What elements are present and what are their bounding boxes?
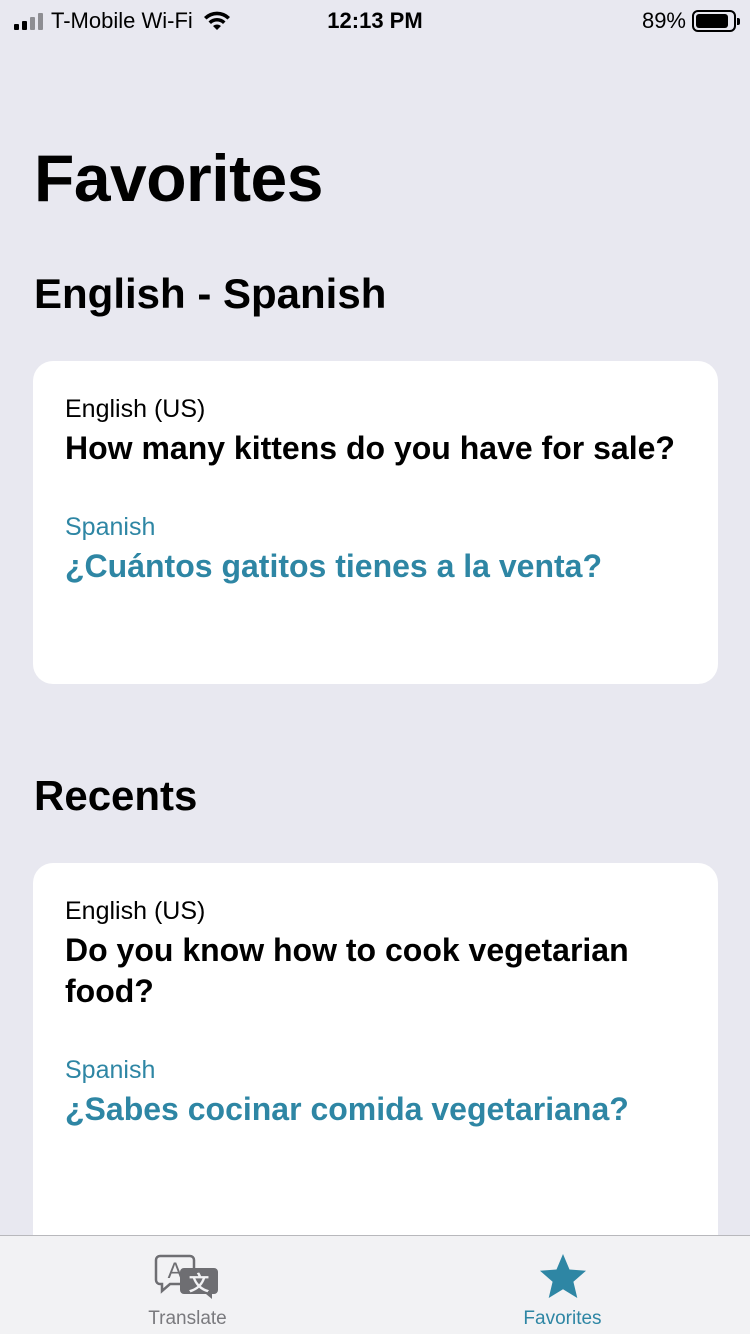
status-time: 12:13 PM (327, 8, 423, 33)
source-phrase: How many kittens do you have for sale? (65, 430, 675, 466)
target-language-label: Spanish (65, 1056, 156, 1084)
recents-section-title: Recents (34, 772, 198, 819)
tab-translate-label: Translate (148, 1308, 227, 1329)
page-title: Favorites (34, 141, 323, 215)
source-language-label: English (US) (65, 897, 206, 925)
battery-fill (696, 14, 729, 28)
battery-icon (692, 10, 740, 32)
tab-translate[interactable]: A 文 Translate (0, 1236, 375, 1334)
recent-card[interactable]: English (US) Do you know how to cook veg… (33, 863, 718, 1263)
favorites-section-title: English - Spanish (34, 270, 387, 317)
status-bar: T-Mobile Wi-Fi 12:13 PM 89% (0, 0, 750, 42)
target-language-label: Spanish (65, 513, 156, 541)
translated-phrase: ¿Cuántos gatitos tienes a la venta? (65, 548, 602, 584)
battery-percent: 89% (641, 8, 686, 33)
tab-favorites-label: Favorites (523, 1308, 602, 1329)
tab-bar: A 文 Translate Favorites (0, 1235, 750, 1334)
svg-text:文: 文 (189, 1271, 210, 1295)
translated-phrase: ¿Sabes cocinar comida vegetariana? (65, 1091, 629, 1127)
source-language-label: English (US) (65, 395, 206, 423)
favorite-card[interactable]: English (US) How many kittens do you hav… (33, 361, 718, 684)
source-phrase: Do you know how to cook vegetarian food? (65, 932, 629, 1009)
translate-icon: A 文 (154, 1254, 218, 1299)
status-right: 89% (641, 8, 740, 34)
tab-favorites[interactable]: Favorites (375, 1236, 750, 1334)
star-icon (539, 1254, 586, 1298)
